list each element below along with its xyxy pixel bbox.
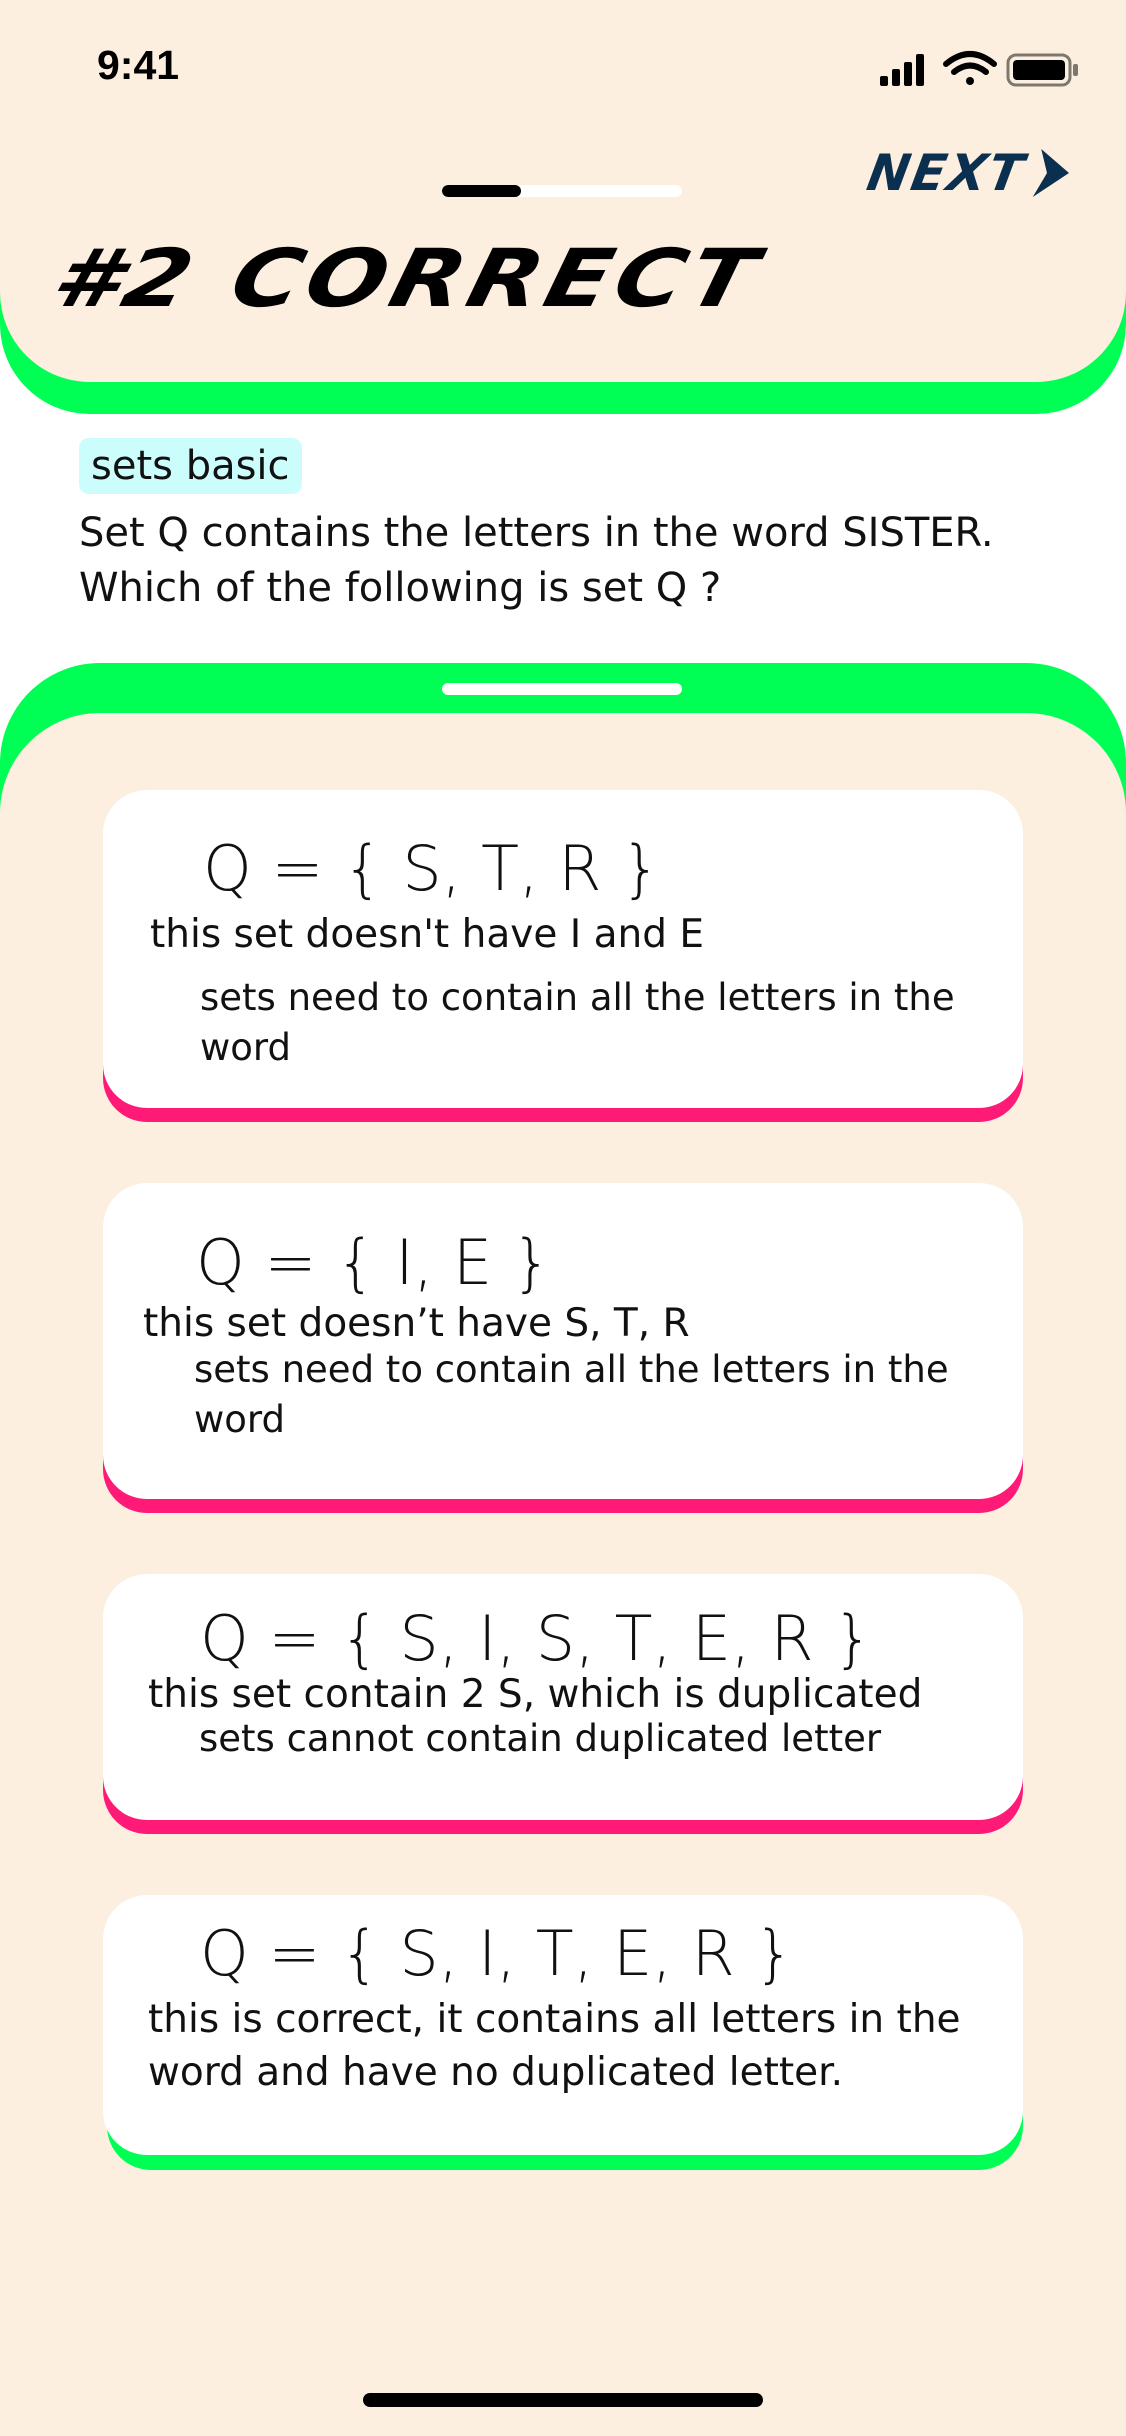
answer-hint: sets cannot contain duplicated letter xyxy=(199,1717,882,1760)
home-indicator[interactable] xyxy=(363,2393,763,2407)
wifi-icon xyxy=(943,51,997,85)
topic-tag: sets basic xyxy=(79,438,302,494)
next-button[interactable]: NEXT xyxy=(863,142,1079,204)
result-title: #2 CORRECT xyxy=(43,232,771,326)
answer-hint: sets need to contain all the letters in … xyxy=(200,976,955,1069)
answer-formula: Q = { I, E } xyxy=(196,1226,552,1299)
answer-formula: Q = { S, T, R } xyxy=(203,832,661,905)
answer-feedback: this set doesn't have I and E xyxy=(150,912,705,957)
drag-handle[interactable] xyxy=(442,683,682,695)
status-icons xyxy=(880,51,1078,87)
question-text: Set Q contains the letters in the word S… xyxy=(79,510,994,611)
answer-card-4[interactable]: Q = { S, I, T, E, R } this is correct, i… xyxy=(103,1895,1023,2155)
battery-icon xyxy=(1006,53,1078,87)
answer-feedback: this is correct, it contains all letters… xyxy=(148,1997,961,2095)
next-label: NEXT xyxy=(862,144,1030,202)
answer-card-3[interactable]: Q = { S, I, S, T, E, R } this set contai… xyxy=(103,1574,1023,1820)
answer-card-1[interactable]: Q = { S, T, R } this set doesn't have I … xyxy=(103,790,1023,1108)
signal-icon xyxy=(880,54,924,86)
status-time: 9:41 xyxy=(97,42,180,88)
answer-hint: sets need to contain all the letters in … xyxy=(194,1348,949,1441)
answer-formula: Q = { S, I, T, E, R } xyxy=(200,1917,794,1990)
answer-card-2[interactable]: Q = { I, E } this set doesn’t have S, T,… xyxy=(103,1183,1023,1499)
progress-bar xyxy=(442,185,682,197)
answer-feedback: this set doesn’t have S, T, R xyxy=(143,1301,690,1346)
answer-feedback: this set contain 2 S, which is duplicate… xyxy=(148,1672,923,1717)
answer-formula: Q = { S, I, S, T, E, R } xyxy=(200,1602,873,1675)
progress-fill xyxy=(442,185,522,197)
